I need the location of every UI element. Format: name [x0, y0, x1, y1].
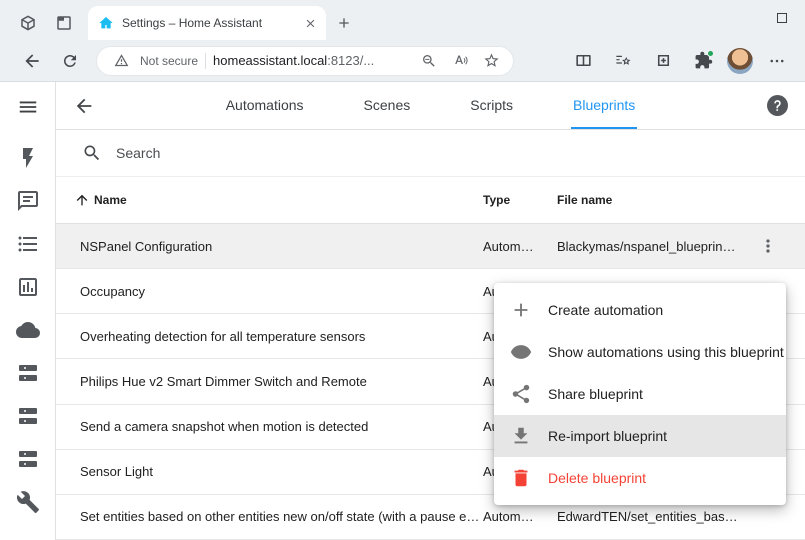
- zoom-out-icon[interactable]: [417, 49, 441, 73]
- server-icon: [16, 447, 40, 471]
- row-overflow-menu-icon[interactable]: [750, 228, 786, 264]
- table-header: Name Type File name: [56, 177, 805, 224]
- search-bar[interactable]: [56, 130, 805, 177]
- sidebar-item-energy[interactable]: [16, 146, 40, 170]
- sidebar-item-logbook[interactable]: [16, 189, 40, 213]
- browser-tab[interactable]: Settings – Home Assistant: [88, 6, 326, 40]
- extensions-icon[interactable]: [687, 45, 719, 77]
- trash-icon: [510, 467, 532, 489]
- server-icon: [16, 361, 40, 385]
- sort-ascending-icon: [74, 192, 90, 208]
- tab-title: Settings – Home Assistant: [122, 16, 292, 30]
- site-info-warning-icon[interactable]: [109, 49, 133, 73]
- chart-icon: [16, 275, 40, 299]
- tab-scenes[interactable]: Scenes: [362, 82, 413, 129]
- collections-icon[interactable]: [647, 45, 679, 77]
- list-icon: [16, 232, 40, 256]
- tab-close-icon[interactable]: [300, 13, 320, 33]
- column-header-file[interactable]: File name: [557, 193, 743, 207]
- share-icon: [510, 383, 532, 405]
- sidebar-item-hub-2[interactable]: [16, 404, 40, 428]
- table-row[interactable]: NSPanel Configuration Autom… Blackymas/n…: [56, 224, 805, 269]
- favorite-star-icon[interactable]: [479, 49, 503, 73]
- download-icon: [510, 425, 532, 447]
- row-file: EdwardTEN/set_entities_bas…: [557, 509, 743, 524]
- ha-sidebar: [0, 82, 56, 540]
- search-input[interactable]: [116, 145, 416, 161]
- row-name: Philips Hue v2 Smart Dimmer Switch and R…: [56, 374, 483, 389]
- column-header-type[interactable]: Type: [483, 193, 557, 207]
- column-header-name[interactable]: Name: [56, 192, 483, 208]
- row-name: Sensor Light: [56, 464, 483, 479]
- row-name: Set entities based on other entities new…: [56, 509, 483, 524]
- navbar-right-icons: [567, 45, 793, 77]
- menu-item-show-automations[interactable]: Show automations using this blueprint: [494, 331, 786, 373]
- workspaces-icon[interactable]: [10, 6, 46, 40]
- browser-more-menu-icon[interactable]: [761, 45, 793, 77]
- eye-icon: [510, 341, 532, 363]
- window-restore-button[interactable]: [759, 0, 805, 36]
- sidebar-item-hub-1[interactable]: [16, 361, 40, 385]
- server-icon: [16, 404, 40, 428]
- plus-icon: [510, 299, 532, 321]
- search-icon: [82, 143, 102, 163]
- menu-item-delete-blueprint[interactable]: Delete blueprint: [494, 457, 786, 499]
- ha-tab-bar: Automations Scenes Scripts Blueprints: [112, 82, 749, 129]
- row-name: Send a camera snapshot when motion is de…: [56, 419, 483, 434]
- help-icon: [767, 95, 788, 116]
- sidebar-item-cloud[interactable]: [16, 318, 40, 342]
- ha-back-button[interactable]: [56, 82, 112, 129]
- split-screen-icon[interactable]: [567, 45, 599, 77]
- vertical-tabs-icon[interactable]: [46, 6, 82, 40]
- browser-titlebar: Settings – Home Assistant: [0, 0, 805, 40]
- sidebar-item-developer-tools[interactable]: [16, 490, 40, 514]
- sidebar-item-todo-lists[interactable]: [16, 232, 40, 256]
- cloud-icon: [16, 318, 40, 342]
- row-name: Overheating detection for all temperatur…: [56, 329, 483, 344]
- tab-automations[interactable]: Automations: [224, 82, 306, 129]
- row-type: Autom…: [483, 509, 557, 524]
- tab-scripts[interactable]: Scripts: [468, 82, 515, 129]
- ha-header: Automations Scenes Scripts Blueprints: [56, 82, 805, 130]
- profile-avatar[interactable]: [727, 48, 753, 74]
- address-divider: [205, 53, 206, 69]
- favorites-icon[interactable]: [607, 45, 639, 77]
- row-name: Occupancy: [56, 284, 483, 299]
- back-button[interactable]: [16, 45, 48, 77]
- menu-item-share-blueprint[interactable]: Share blueprint: [494, 373, 786, 415]
- wrench-icon: [16, 490, 40, 514]
- new-tab-button[interactable]: [326, 6, 362, 40]
- row-name: NSPanel Configuration: [56, 239, 483, 254]
- lightning-icon: [16, 146, 40, 170]
- row-type: Autom…: [483, 239, 557, 254]
- read-aloud-icon[interactable]: [448, 49, 472, 73]
- menu-item-reimport-blueprint[interactable]: Re-import blueprint: [494, 415, 786, 457]
- menu-item-create-automation[interactable]: Create automation: [494, 289, 786, 331]
- browser-window: Settings – Home Assistant Not secure hom…: [0, 0, 805, 540]
- blueprint-context-menu: Create automation Show automations using…: [494, 283, 786, 505]
- sidebar-nav: [16, 146, 40, 514]
- help-button[interactable]: [749, 82, 805, 129]
- extensions-update-badge: [707, 50, 714, 57]
- row-file: Blackymas/nspanel_blueprin…: [557, 239, 743, 254]
- sidebar-item-history[interactable]: [16, 275, 40, 299]
- refresh-button[interactable]: [54, 45, 86, 77]
- tab-blueprints[interactable]: Blueprints: [571, 82, 637, 129]
- sidebar-menu-icon[interactable]: [0, 82, 56, 132]
- url-text: homeassistant.local:8123/...: [213, 53, 410, 68]
- sidebar-item-hub-3[interactable]: [16, 447, 40, 471]
- address-bar[interactable]: Not secure homeassistant.local:8123/...: [96, 46, 514, 76]
- security-label: Not secure: [140, 54, 198, 68]
- home-assistant-favicon: [98, 15, 114, 31]
- message-icon: [16, 189, 40, 213]
- browser-navbar: Not secure homeassistant.local:8123/...: [0, 40, 805, 82]
